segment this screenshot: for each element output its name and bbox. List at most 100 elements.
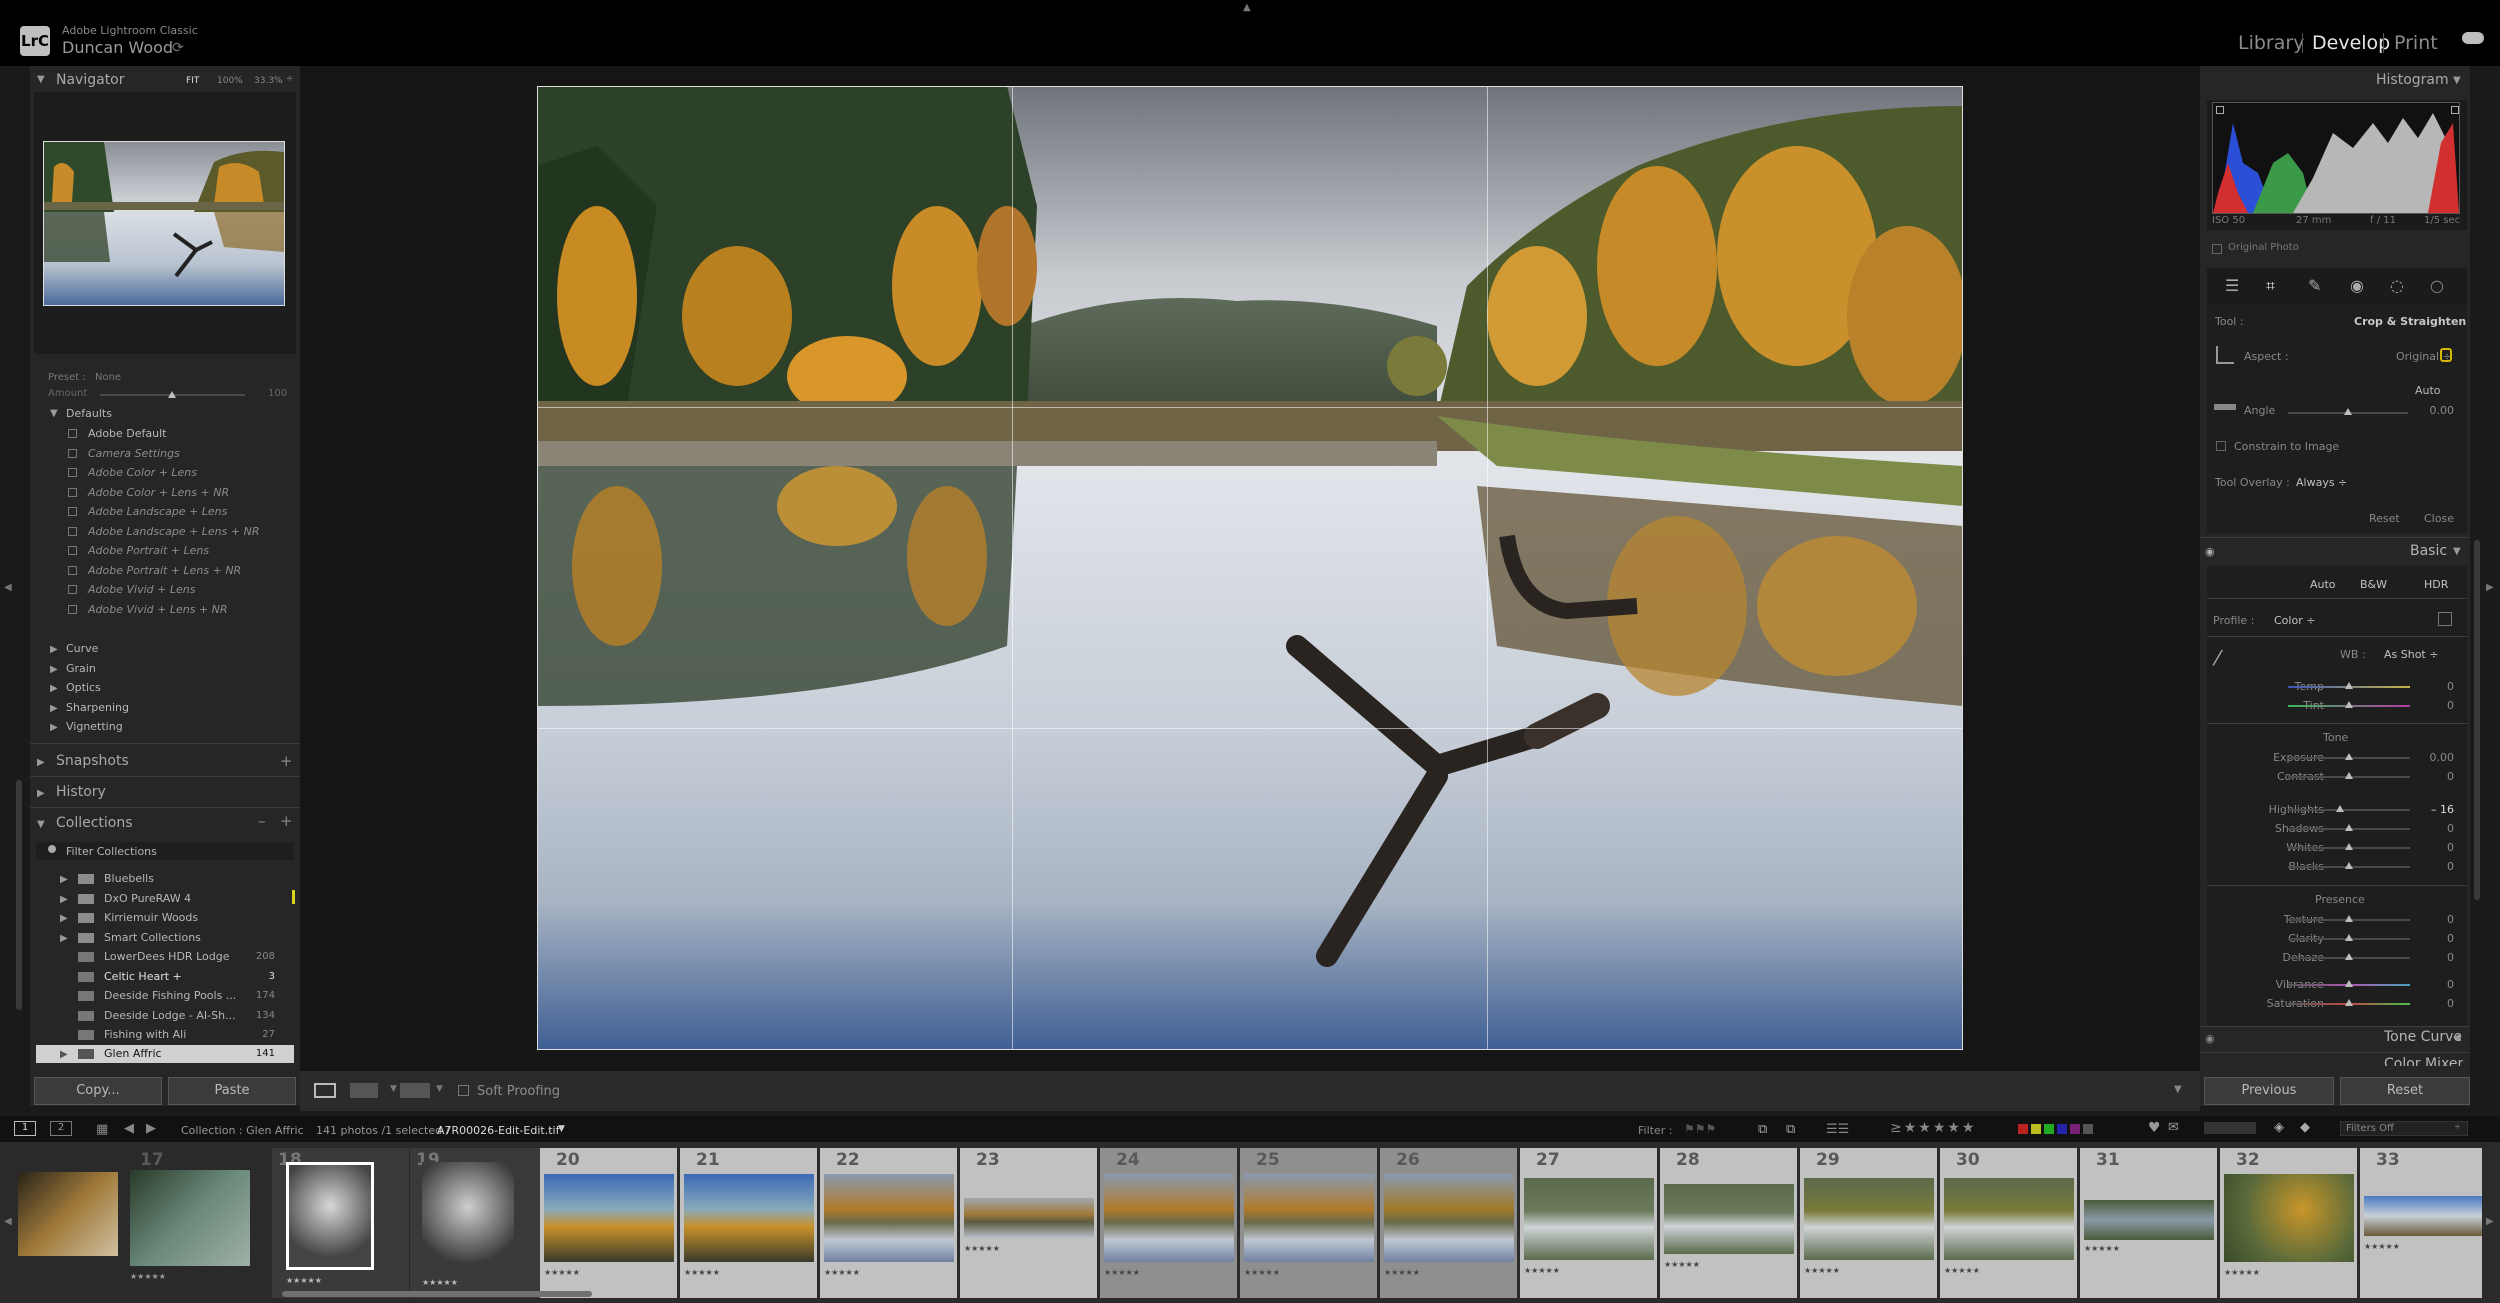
rating-filter-stars[interactable]: ≥★★★★★ [1890, 1120, 1976, 1136]
preset-group-sharpening[interactable]: Sharpening [66, 701, 129, 714]
add-collection-icon[interactable]: + [280, 812, 293, 830]
slider-value[interactable]: 0 [2414, 978, 2454, 991]
preset-item[interactable]: Adobe Vivid + Lens [88, 583, 195, 596]
whites-slider-knob[interactable] [2345, 843, 2353, 850]
user-name[interactable]: Duncan Wood [62, 38, 173, 57]
filmstrip-thumbnail[interactable] [2084, 1200, 2214, 1240]
crop-close-button[interactable]: Close [2424, 512, 2454, 525]
module-print[interactable]: Print [2394, 32, 2438, 54]
crop-tool-icon[interactable]: ⌗ [2266, 276, 2275, 296]
expand-icon[interactable]: ▶ [60, 933, 68, 944]
filmstrip-thumbnail[interactable] [2224, 1174, 2354, 1262]
collection-item[interactable]: DxO PureRAW 4 [104, 892, 191, 905]
loupe-view-icon[interactable] [314, 1083, 336, 1098]
saturation-slider-knob[interactable] [2345, 999, 2353, 1006]
collapse-left-panel-icon[interactable]: ◀ [4, 582, 12, 593]
slider-value[interactable]: 0 [2414, 951, 2454, 964]
treatment-hdr[interactable]: HDR [2424, 578, 2448, 591]
forward-arrow-icon[interactable]: ▶ [146, 1121, 156, 1136]
color-label-filter[interactable] [2018, 1124, 2108, 1134]
filmstrip-thumbnail[interactable] [684, 1174, 814, 1262]
zoom-menu-icon[interactable]: ÷ [286, 74, 294, 84]
expand-icon[interactable]: ▶ [50, 722, 58, 733]
stack-icon[interactable]: ◈ [2274, 1120, 2284, 1135]
clarity-slider-knob[interactable] [2345, 934, 2353, 941]
filmstrip-cell[interactable]: 26 ★★★★★ [1380, 1148, 1517, 1298]
filmstrip-cell[interactable]: 31 ★★★★★ [2080, 1148, 2217, 1298]
preset-group-optics[interactable]: Optics [66, 681, 101, 694]
filmstrip-thumbnail[interactable] [544, 1174, 674, 1262]
collection-source[interactable]: Collection : Glen Affric [181, 1124, 304, 1137]
slider-value[interactable]: – 16 [2414, 803, 2454, 816]
kind-filter[interactable] [2204, 1122, 2256, 1134]
filmstrip-cell[interactable]: 22 ★★★★★ [820, 1148, 957, 1298]
green-label-swatch[interactable] [2044, 1124, 2054, 1134]
filmstrip-thumbnail[interactable] [1104, 1174, 1234, 1262]
lock-icon[interactable] [2440, 348, 2452, 362]
slider-value[interactable]: 0.00 [2414, 751, 2455, 764]
preset-item[interactable]: Camera Settings [88, 447, 180, 460]
zoom-100[interactable]: 100% [217, 76, 243, 86]
sliders-filter-icon[interactable]: ☰☰ [1826, 1122, 1849, 1137]
crop-reset-button[interactable]: Reset [2369, 512, 2400, 525]
filmstrip-cell[interactable]: 33 ★★★★★ [2360, 1148, 2482, 1298]
texture-slider-knob[interactable] [2345, 915, 2353, 922]
presets-icon[interactable]: ○ [2430, 276, 2444, 295]
filmstrip-thumbnail[interactable] [1244, 1174, 1374, 1262]
temp-slider-knob[interactable] [2345, 682, 2353, 689]
healing-icon[interactable]: ✎ [2308, 276, 2321, 295]
filmstrip-thumbnail[interactable] [2364, 1196, 2482, 1236]
histogram-collapse-icon[interactable]: ▼ [2453, 75, 2461, 86]
slider-value[interactable]: 0 [2414, 913, 2454, 926]
preset-item[interactable]: Adobe Default [88, 427, 166, 440]
slider-value[interactable]: 0 [2414, 699, 2454, 712]
wb-value[interactable]: As Shot ÷ [2384, 648, 2438, 661]
tone-curve-expand-icon[interactable]: ◀ [2453, 1032, 2461, 1043]
paste-button[interactable]: Paste [168, 1077, 296, 1105]
slider-value[interactable]: 0 [2414, 997, 2454, 1010]
crop-frame-icon[interactable] [2216, 346, 2234, 364]
preset-group-vignetting[interactable]: Vignetting [66, 720, 123, 733]
tint-slider-knob[interactable] [2345, 701, 2353, 708]
preset-group-grain[interactable]: Grain [66, 662, 96, 675]
purple-label-swatch[interactable] [2070, 1124, 2080, 1134]
reset-button[interactable]: Reset [2340, 1077, 2470, 1105]
filmstrip-cell[interactable]: 21 ★★★★★ [680, 1148, 817, 1298]
filter-select-arrow-icon[interactable]: ÷ [2454, 1122, 2461, 1131]
collection-item[interactable]: Fishing with Ali [104, 1028, 186, 1041]
zoom-fit[interactable]: FIT [186, 76, 199, 86]
slider-value[interactable]: 0 [2414, 841, 2454, 854]
blacks-slider-knob[interactable] [2345, 862, 2353, 869]
swap-icon[interactable] [400, 1083, 430, 1098]
preset-item[interactable]: Adobe Landscape + Lens [88, 505, 227, 518]
toolbar-menu-icon[interactable]: ▼ [2174, 1084, 2182, 1095]
expand-icon[interactable]: ▶ [60, 913, 68, 924]
filmstrip-cell[interactable]: 28 ★★★★★ [1660, 1148, 1797, 1298]
highlights-slider-knob[interactable] [2336, 805, 2344, 812]
amount-slider-knob[interactable] [168, 391, 176, 398]
basic-visibility-icon[interactable]: ◉ [2205, 545, 2215, 558]
preset-item[interactable]: Adobe Color + Lens + NR [88, 486, 229, 499]
left-panel-scrollbar[interactable] [16, 780, 22, 1010]
snapshots-title[interactable]: Snapshots [56, 753, 129, 769]
filmstrip-scrollbar[interactable] [282, 1291, 592, 1297]
right-panel-scrollbar[interactable] [2474, 540, 2480, 900]
highlight-clipping-icon[interactable] [2451, 106, 2459, 114]
preset-group-defaults[interactable]: Defaults [66, 407, 112, 420]
filmstrip-cell[interactable]: 23 ★★★★★ [960, 1148, 1097, 1298]
tone-curve-visibility-icon[interactable]: ◉ [2205, 1032, 2215, 1045]
snapshots-expand-icon[interactable]: ▶ [37, 757, 45, 768]
tone-curve-title[interactable]: Tone Curve [2384, 1029, 2462, 1045]
filmstrip-scroll-left-icon[interactable]: ◀ [4, 1216, 12, 1227]
filmstrip-thumbnail[interactable] [18, 1172, 118, 1256]
screen-2-button[interactable]: 2 [50, 1121, 72, 1136]
slider-value[interactable]: 0 [2414, 932, 2454, 945]
remove-collection-icon[interactable]: – [258, 812, 266, 830]
navigator-preview[interactable] [43, 141, 285, 306]
edited-filter-icon[interactable]: ⧉ [1758, 1122, 1767, 1137]
collection-item[interactable]: Bluebells [104, 872, 154, 885]
shadows-slider-knob[interactable] [2345, 824, 2353, 831]
angle-slider-knob[interactable] [2344, 408, 2352, 415]
expand-icon[interactable]: ▶ [60, 1049, 68, 1060]
add-snapshot-icon[interactable]: + [280, 752, 293, 770]
